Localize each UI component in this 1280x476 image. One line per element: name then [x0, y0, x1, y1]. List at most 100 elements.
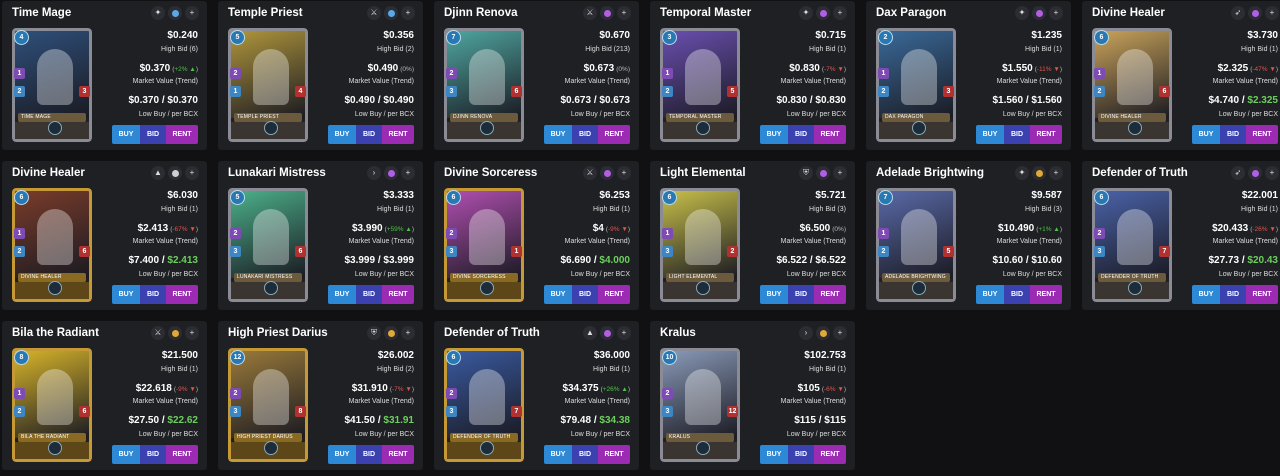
- card-art[interactable]: 6 1 3 2 LIGHT ELEMENTAL: [660, 188, 740, 302]
- buy-button[interactable]: BUY: [112, 445, 140, 464]
- rent-button[interactable]: RENT: [166, 285, 198, 304]
- rent-button[interactable]: RENT: [382, 445, 414, 464]
- add-icon[interactable]: +: [185, 326, 199, 340]
- card-art[interactable]: 10 2 3 12 KRALUS: [660, 348, 740, 462]
- market-card[interactable]: Adelade Brightwing ✦ + 7 1 2 5 ADELADE B…: [866, 161, 1071, 310]
- market-card[interactable]: Bila the Radiant ⚔ + 8 1 2 6 BILA THE RA…: [2, 321, 207, 470]
- rent-button[interactable]: RENT: [598, 285, 630, 304]
- card-name[interactable]: Lunakari Mistress: [228, 167, 368, 179]
- bid-button[interactable]: BID: [1220, 125, 1246, 144]
- market-card[interactable]: Time Mage ✦ + 4 1 2 3 TIME MAGE $0.240 H…: [2, 1, 207, 150]
- market-card[interactable]: Defender of Truth ▲ + 6 2 3 7 DEFENDER O…: [434, 321, 639, 470]
- bid-button[interactable]: BID: [572, 285, 598, 304]
- buy-button[interactable]: BUY: [976, 125, 1004, 144]
- card-art[interactable]: 8 1 2 6 BILA THE RADIANT: [12, 348, 92, 462]
- bid-button[interactable]: BID: [572, 125, 598, 144]
- card-art[interactable]: 12 2 3 8 HIGH PRIEST DARIUS: [228, 348, 308, 462]
- bid-button[interactable]: BID: [356, 285, 382, 304]
- card-name[interactable]: Defender of Truth: [444, 327, 584, 339]
- market-card[interactable]: Divine Healer ➶ + 6 1 2 6 DIVINE HEALER …: [1082, 1, 1280, 150]
- bid-button[interactable]: BID: [140, 445, 166, 464]
- card-name[interactable]: Divine Healer: [1092, 7, 1232, 19]
- card-name[interactable]: Adelade Brightwing: [876, 167, 1016, 179]
- rent-button[interactable]: RENT: [382, 285, 414, 304]
- bid-button[interactable]: BID: [356, 125, 382, 144]
- card-name[interactable]: Temporal Master: [660, 7, 800, 19]
- bid-button[interactable]: BID: [1004, 125, 1030, 144]
- add-icon[interactable]: +: [1265, 166, 1279, 180]
- add-icon[interactable]: +: [833, 166, 847, 180]
- market-card[interactable]: Kralus › + 10 2 3 12 KRALUS $102.753 Hig…: [650, 321, 855, 470]
- rent-button[interactable]: RENT: [166, 125, 198, 144]
- buy-button[interactable]: BUY: [328, 285, 356, 304]
- market-card[interactable]: Temporal Master ✦ + 3 1 2 5 TEMPORAL MAS…: [650, 1, 855, 150]
- buy-button[interactable]: BUY: [1192, 125, 1220, 144]
- buy-button[interactable]: BUY: [544, 125, 572, 144]
- card-art[interactable]: 6 2 3 7 DEFENDER OF TRUTH: [1092, 188, 1172, 302]
- buy-button[interactable]: BUY: [112, 125, 140, 144]
- rent-button[interactable]: RENT: [166, 445, 198, 464]
- add-icon[interactable]: +: [401, 166, 415, 180]
- buy-button[interactable]: BUY: [112, 285, 140, 304]
- market-card[interactable]: Djinn Renova ⚔ + 7 2 3 6 DJINN RENOVA $0…: [434, 1, 639, 150]
- card-name[interactable]: Kralus: [660, 327, 800, 339]
- rent-button[interactable]: RENT: [814, 285, 846, 304]
- rent-button[interactable]: RENT: [814, 125, 846, 144]
- card-art[interactable]: 4 1 2 3 TIME MAGE: [12, 28, 92, 142]
- add-icon[interactable]: +: [617, 326, 631, 340]
- add-icon[interactable]: +: [185, 6, 199, 20]
- rent-button[interactable]: RENT: [814, 445, 846, 464]
- bid-button[interactable]: BID: [788, 125, 814, 144]
- card-name[interactable]: High Priest Darius: [228, 327, 368, 339]
- add-icon[interactable]: +: [1049, 166, 1063, 180]
- card-name[interactable]: Bila the Radiant: [12, 327, 152, 339]
- market-card[interactable]: Light Elemental ⛨ + 6 1 3 2 LIGHT ELEMEN…: [650, 161, 855, 310]
- card-art[interactable]: 6 2 3 1 DIVINE SORCERESS: [444, 188, 524, 302]
- buy-button[interactable]: BUY: [760, 125, 788, 144]
- card-name[interactable]: Defender of Truth: [1092, 167, 1232, 179]
- card-name[interactable]: Divine Healer: [12, 167, 152, 179]
- rent-button[interactable]: RENT: [1030, 285, 1062, 304]
- buy-button[interactable]: BUY: [760, 285, 788, 304]
- card-name[interactable]: Divine Sorceress: [444, 167, 584, 179]
- card-name[interactable]: Djinn Renova: [444, 7, 584, 19]
- market-card[interactable]: Dax Paragon ✦ + 2 1 2 3 DAX PARAGON $1.2…: [866, 1, 1071, 150]
- market-card[interactable]: High Priest Darius ⛨ + 12 2 3 8 HIGH PRI…: [218, 321, 423, 470]
- bid-button[interactable]: BID: [572, 445, 598, 464]
- bid-button[interactable]: BID: [140, 125, 166, 144]
- rent-button[interactable]: RENT: [1246, 285, 1278, 304]
- add-icon[interactable]: +: [1049, 6, 1063, 20]
- buy-button[interactable]: BUY: [760, 445, 788, 464]
- card-art[interactable]: 7 1 2 5 ADELADE BRIGHTWING: [876, 188, 956, 302]
- card-art[interactable]: 3 1 2 5 TEMPORAL MASTER: [660, 28, 740, 142]
- card-name[interactable]: Temple Priest: [228, 7, 368, 19]
- card-art[interactable]: 5 2 3 6 LUNAKARI MISTRESS: [228, 188, 308, 302]
- bid-button[interactable]: BID: [788, 285, 814, 304]
- card-art[interactable]: 6 2 3 7 DEFENDER OF TRUTH: [444, 348, 524, 462]
- buy-button[interactable]: BUY: [1192, 285, 1220, 304]
- bid-button[interactable]: BID: [1004, 285, 1030, 304]
- rent-button[interactable]: RENT: [382, 125, 414, 144]
- card-art[interactable]: 2 1 2 3 DAX PARAGON: [876, 28, 956, 142]
- market-card[interactable]: Divine Sorceress ⚔ + 6 2 3 1 DIVINE SORC…: [434, 161, 639, 310]
- buy-button[interactable]: BUY: [328, 445, 356, 464]
- rent-button[interactable]: RENT: [1030, 125, 1062, 144]
- market-card[interactable]: Lunakari Mistress › + 5 2 3 6 LUNAKARI M…: [218, 161, 423, 310]
- bid-button[interactable]: BID: [1220, 285, 1246, 304]
- rent-button[interactable]: RENT: [598, 125, 630, 144]
- market-card[interactable]: Defender of Truth ➶ + 6 2 3 7 DEFENDER O…: [1082, 161, 1280, 310]
- add-icon[interactable]: +: [401, 326, 415, 340]
- rent-button[interactable]: RENT: [1246, 125, 1278, 144]
- add-icon[interactable]: +: [833, 6, 847, 20]
- bid-button[interactable]: BID: [140, 285, 166, 304]
- add-icon[interactable]: +: [185, 166, 199, 180]
- card-name[interactable]: Dax Paragon: [876, 7, 1016, 19]
- add-icon[interactable]: +: [1265, 6, 1279, 20]
- card-name[interactable]: Light Elemental: [660, 167, 800, 179]
- bid-button[interactable]: BID: [788, 445, 814, 464]
- buy-button[interactable]: BUY: [976, 285, 1004, 304]
- add-icon[interactable]: +: [617, 166, 631, 180]
- buy-button[interactable]: BUY: [544, 445, 572, 464]
- card-art[interactable]: 6 1 2 6 DIVINE HEALER: [12, 188, 92, 302]
- buy-button[interactable]: BUY: [328, 125, 356, 144]
